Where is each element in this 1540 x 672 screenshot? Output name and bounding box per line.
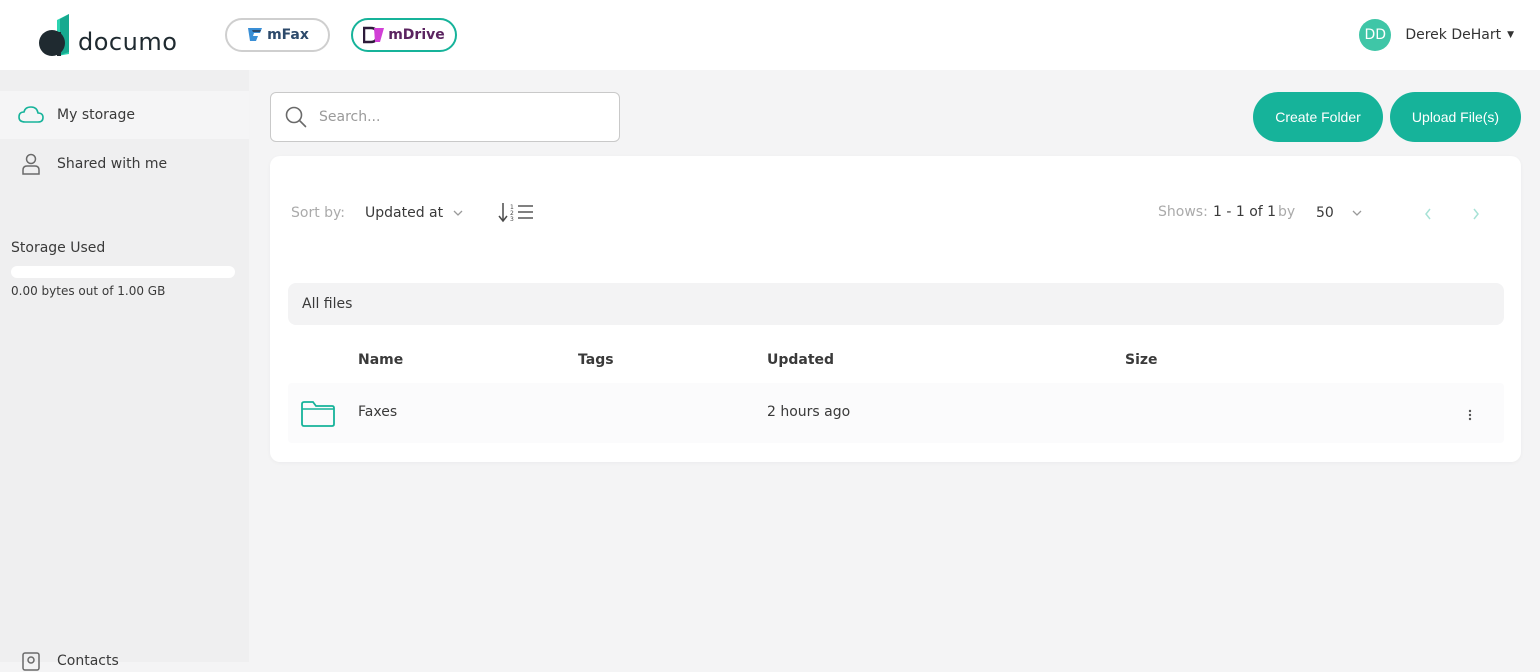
sidebar-item-my-storage[interactable]: My storage — [0, 91, 249, 139]
sort-value: Updated at — [365, 205, 444, 221]
caret-down-icon: ▼ — [1507, 30, 1514, 40]
column-header-name[interactable]: Name — [358, 352, 403, 368]
create-folder-button[interactable]: Create Folder — [1253, 92, 1383, 142]
sidebar-item-label: Shared with me — [57, 156, 168, 172]
app-label: mFax — [267, 27, 309, 43]
per-page-select[interactable]: 50 — [1316, 205, 1362, 221]
cloud-icon — [18, 104, 44, 126]
column-header-tags[interactable]: Tags — [578, 352, 614, 368]
svg-text:3: 3 — [510, 216, 514, 223]
storage-title: Storage Used — [11, 240, 106, 256]
section-header: All files — [288, 283, 1504, 325]
storage-progress-bar — [11, 266, 235, 278]
per-page-value: 50 — [1316, 205, 1334, 221]
folder-icon — [300, 400, 336, 432]
search-box[interactable] — [270, 92, 620, 142]
more-options-button[interactable] — [1460, 405, 1480, 425]
documo-logo[interactable]: documo — [38, 12, 177, 58]
chevron-down-icon — [453, 210, 463, 216]
chevron-left-icon — [1425, 208, 1431, 220]
chevron-down-icon — [1352, 210, 1362, 216]
documo-logo-mark — [39, 14, 69, 56]
sort-order-button[interactable]: 1 2 3 — [497, 200, 535, 228]
shows-label: Shows: — [1158, 204, 1208, 220]
user-menu[interactable]: DD Derek DeHart ▼ — [1359, 19, 1514, 51]
mdrive-icon — [363, 26, 385, 44]
sidebar-item-shared-with-me[interactable]: Shared with me — [0, 140, 249, 188]
shows-range: 1 - 1 of 1 — [1213, 204, 1277, 220]
column-header-updated[interactable]: Updated — [767, 352, 834, 368]
sidebar-item-label: My storage — [57, 107, 135, 123]
table-row[interactable]: Faxes 2 hours ago — [288, 383, 1504, 443]
app-switch-mfax[interactable]: mFax — [225, 18, 330, 52]
section-title: All files — [302, 296, 353, 312]
person-icon — [18, 153, 44, 175]
column-header-size[interactable]: Size — [1125, 352, 1158, 368]
mfax-icon — [248, 28, 263, 41]
app-switch-mdrive[interactable]: mDrive — [351, 18, 457, 52]
contacts-icon — [18, 650, 44, 672]
files-panel: Sort by: Updated at 1 2 3 Shows: 1 - 1 o… — [270, 156, 1521, 462]
file-updated: 2 hours ago — [767, 404, 851, 420]
sort-label: Sort by: — [291, 205, 346, 221]
storage-summary: 0.00 bytes out of 1.00 GB — [11, 284, 166, 298]
avatar: DD — [1359, 19, 1392, 51]
next-page-button[interactable] — [1471, 206, 1481, 225]
sidebar-item-label: Contacts — [57, 653, 119, 669]
chevron-right-icon — [1473, 208, 1479, 220]
brand-name: documo — [78, 28, 178, 56]
app-label: mDrive — [388, 27, 445, 43]
upload-files-button[interactable]: Upload File(s) — [1390, 92, 1521, 142]
sort-order-icon: 1 2 3 — [498, 203, 533, 223]
user-name: Derek DeHart — [1405, 27, 1502, 43]
search-input[interactable] — [319, 109, 589, 125]
by-label: by — [1278, 204, 1296, 220]
top-bar: documo mFax mDrive DD Derek DeHart ▼ — [0, 0, 1540, 70]
search-icon — [285, 106, 307, 128]
kebab-menu-icon — [1468, 409, 1472, 421]
sidebar-item-contacts[interactable]: Contacts — [18, 650, 119, 672]
sidebar: My storage Shared with me Storage Used 0… — [0, 70, 249, 671]
file-name[interactable]: Faxes — [358, 404, 397, 420]
sort-select[interactable]: Updated at — [365, 205, 463, 221]
previous-page-button[interactable] — [1423, 206, 1433, 225]
